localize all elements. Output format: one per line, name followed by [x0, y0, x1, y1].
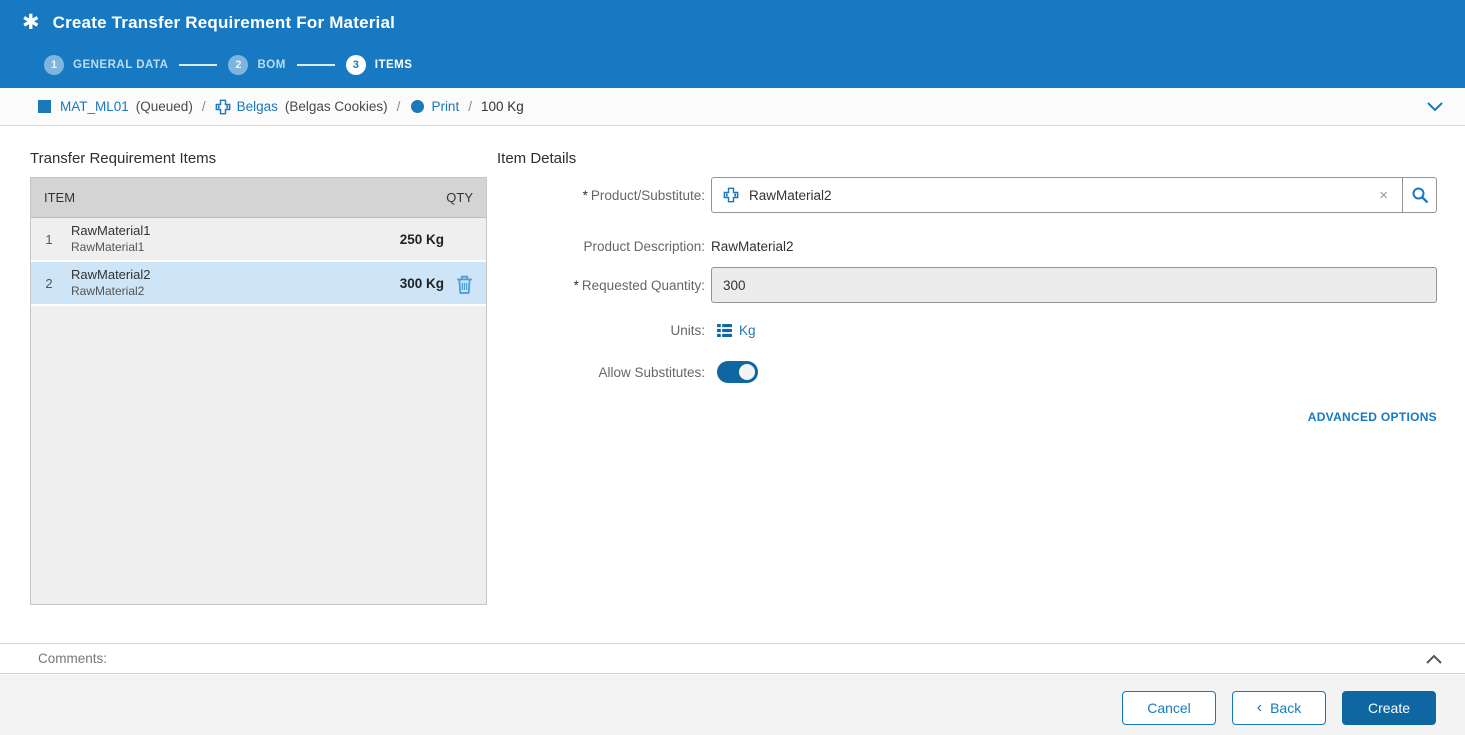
step-connector: [179, 64, 218, 66]
step-connector: [296, 64, 335, 66]
units-value-link[interactable]: Kg: [739, 323, 756, 338]
required-marker: *: [573, 277, 579, 293]
create-transfer-requirement-dialog: ✱ Create Transfer Requirement For Materi…: [0, 0, 1465, 735]
requested-quantity-label: * Requested Quantity:: [573, 277, 705, 293]
product-substitute-input[interactable]: RawMaterial2 ×: [711, 177, 1402, 213]
clear-icon[interactable]: ×: [1376, 187, 1391, 204]
comments-section: Comments:: [0, 643, 1465, 674]
wizard-steps: 1 GENERAL DATA 2 BOM 3 ITEMS: [44, 55, 412, 75]
breadcrumb: MAT_ML01 (Queued) / Belgas (Belgas Cooki…: [0, 88, 1465, 126]
row-item-name: RawMaterial1: [71, 222, 151, 238]
requested-quantity-input[interactable]: [711, 267, 1437, 303]
step-label: ITEMS: [374, 59, 413, 71]
breadcrumb-separator: /: [396, 99, 401, 114]
advanced-options-link[interactable]: ADVANCED OPTIONS: [1308, 410, 1437, 424]
step-circle-icon: [411, 100, 425, 113]
cancel-button[interactable]: Cancel: [1122, 691, 1216, 725]
required-marker: *: [582, 187, 588, 203]
product-search-button[interactable]: [1402, 177, 1437, 213]
step-number-badge: 3: [345, 55, 366, 75]
table-row-selected[interactable]: 2 RawMaterial2 RawMaterial2 300 Kg: [31, 262, 486, 306]
transfer-items-table: ITEM QTY 1 RawMaterial1 RawMaterial1 250…: [30, 177, 487, 605]
details-panel-title: Item Details: [497, 150, 577, 167]
step-general-data[interactable]: 1 GENERAL DATA: [44, 55, 168, 75]
dialog-title: Create Transfer Requirement For Material: [52, 12, 396, 32]
column-header-item: ITEM: [44, 190, 76, 205]
product-description-label: Product Description:: [583, 239, 705, 254]
row-item-name: RawMaterial2: [71, 266, 151, 282]
material-status: (Queued): [135, 99, 193, 114]
items-panel-title: Transfer Requirement Items: [30, 150, 217, 167]
row-qty: 300 Kg: [399, 275, 444, 291]
allow-substitutes-label: Allow Substitutes:: [598, 364, 705, 380]
asterisk-icon: ✱: [22, 11, 40, 34]
product-substitute-label: * Product/Substitute:: [582, 187, 705, 203]
comments-label: Comments:: [38, 651, 108, 666]
step-number-badge: 1: [44, 55, 64, 75]
breadcrumb-separator: /: [468, 99, 472, 114]
chevron-left-icon: ‹: [1256, 699, 1263, 716]
column-header-qty: QTY: [446, 190, 473, 205]
allow-substitutes-toggle[interactable]: [717, 361, 758, 383]
delete-item-trash-icon[interactable]: [456, 275, 473, 294]
step-bom[interactable]: 2 BOM: [228, 55, 285, 75]
material-icon: [723, 187, 739, 203]
comments-collapse-chevron-up-icon[interactable]: [1424, 653, 1444, 665]
row-item-description: RawMaterial2: [71, 283, 145, 298]
units-label: Units:: [670, 323, 705, 338]
order-material-icon: [215, 99, 231, 115]
units-list-icon: [717, 324, 732, 337]
breadcrumb-collapse-chevron-down-icon[interactable]: [1425, 101, 1445, 113]
breadcrumb-quantity: 100 Kg: [480, 99, 524, 114]
order-description: (Belgas Cookies): [284, 99, 388, 114]
item-details-form: * Product/Substitute: RawMaterial2 × Prod…: [497, 177, 1437, 424]
table-header-row: ITEM QTY: [31, 178, 486, 218]
product-description-value: RawMaterial2: [711, 239, 794, 254]
row-item-description: RawMaterial1: [71, 239, 145, 254]
dialog-footer: Cancel ‹ Back Create: [0, 675, 1465, 735]
table-row[interactable]: 1 RawMaterial1 RawMaterial1 250 Kg: [31, 218, 486, 262]
breadcrumb-step-link[interactable]: Print: [431, 99, 459, 114]
row-index: 2: [45, 275, 53, 291]
back-button[interactable]: ‹ Back: [1232, 691, 1326, 725]
step-items[interactable]: 3 ITEMS: [345, 55, 413, 75]
create-button[interactable]: Create: [1342, 691, 1436, 725]
material-square-icon: [38, 100, 51, 113]
row-index: 1: [45, 231, 53, 247]
product-substitute-value: RawMaterial2: [749, 187, 832, 203]
breadcrumb-material-link[interactable]: MAT_ML01: [60, 99, 129, 114]
step-label: BOM: [257, 59, 286, 71]
step-label: GENERAL DATA: [73, 59, 169, 71]
toggle-knob: [739, 364, 755, 380]
search-icon: [1411, 186, 1429, 204]
row-qty: 250 Kg: [399, 231, 444, 247]
step-number-badge: 2: [228, 55, 249, 75]
dialog-header: ✱ Create Transfer Requirement For Materi…: [0, 0, 1465, 88]
breadcrumb-separator: /: [201, 99, 206, 114]
breadcrumb-order-link[interactable]: Belgas: [237, 99, 278, 114]
